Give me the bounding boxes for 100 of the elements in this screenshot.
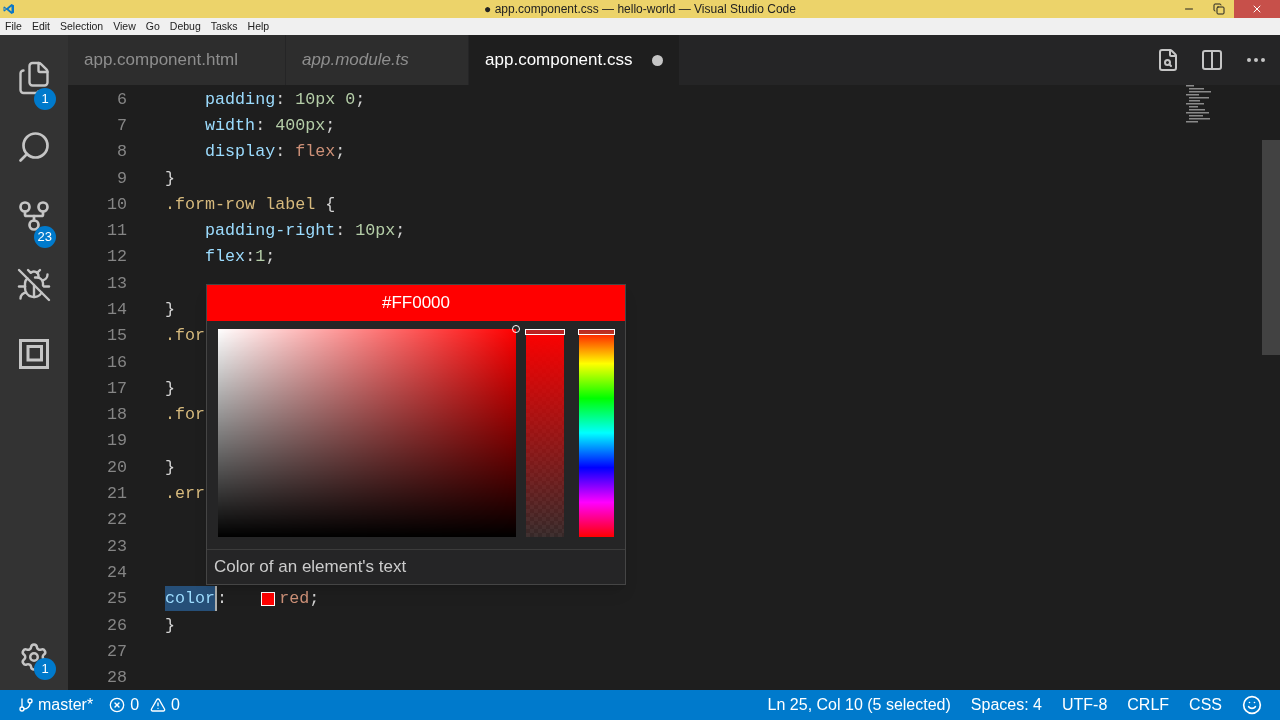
restore-icon: [1213, 3, 1225, 15]
activity-bar-button[interactable]: 23: [0, 181, 68, 250]
scrollbar-thumb[interactable]: [1262, 140, 1280, 355]
saturation-box[interactable]: [218, 329, 517, 537]
line-number: 24: [105, 561, 127, 584]
color-hex-value: #FF0000: [381, 292, 450, 315]
branch-name: master*: [38, 695, 94, 715]
code-token: ;: [309, 588, 320, 611]
activity-bar-button[interactable]: 1: [0, 43, 68, 112]
code-token: width: [204, 114, 256, 137]
line-number: 12: [105, 246, 127, 269]
menu-item[interactable]: Selection: [60, 18, 104, 35]
line-number: 15: [105, 325, 127, 348]
code-token: .form-row label: [165, 193, 316, 216]
code-token: color: [165, 586, 218, 612]
line-number: 19: [105, 430, 127, 453]
line-number: 27: [105, 640, 127, 663]
line-number: 8: [116, 141, 127, 164]
editor-tab[interactable]: app.component.css: [469, 35, 681, 85]
line-number: 6: [116, 88, 127, 111]
hue-strip[interactable]: [578, 329, 614, 537]
status-item[interactable]: CSS: [1189, 693, 1222, 717]
menu-item[interactable]: Help: [247, 18, 270, 35]
code-token: .err: [165, 483, 206, 506]
minimap-drawing: [1186, 85, 1214, 123]
menu-item[interactable]: View: [113, 18, 136, 35]
menu-item[interactable]: Go: [145, 18, 160, 35]
code-token: 1: [255, 246, 266, 269]
warning-count: 0: [171, 695, 180, 715]
status-item[interactable]: CRLF: [1127, 693, 1170, 717]
code-token: ;: [265, 246, 276, 269]
line-number: 17: [105, 377, 127, 400]
editor-tab[interactable]: app.component.html: [68, 35, 287, 85]
code-token: padding: [204, 88, 276, 111]
hover-description: Color of an element's text: [214, 556, 407, 579]
code-token: display: [204, 141, 276, 164]
app-logo-icon: [3, 3, 15, 15]
code-token: }: [165, 377, 175, 400]
status-item[interactable]: UTF-8: [1062, 693, 1108, 717]
code-token: }: [165, 299, 175, 321]
code-token: ;: [335, 141, 346, 164]
code-token: }: [165, 614, 175, 637]
notification-badge: 1: [34, 658, 56, 680]
status-item[interactable]: Spaces: 4: [970, 693, 1042, 717]
code-token: red: [279, 588, 310, 611]
line-number: 18: [105, 404, 127, 427]
menu-item[interactable]: File: [5, 18, 22, 35]
feedback-smiley-icon[interactable]: [1242, 695, 1262, 715]
line-number: 26: [105, 614, 127, 637]
code-token: ;: [325, 114, 336, 137]
warning-icon: [150, 697, 167, 713]
split-editor-icon[interactable]: [1200, 48, 1224, 72]
line-number: 7: [116, 114, 127, 137]
manage-button[interactable]: 1: [0, 632, 68, 682]
line-number: 10: [105, 193, 127, 216]
line-number: 14: [105, 299, 127, 321]
hue-handle[interactable]: [577, 329, 615, 335]
code-token: :: [275, 141, 287, 164]
line-number: 9: [116, 167, 127, 190]
line-number: 16: [105, 351, 127, 374]
line-number: 20: [105, 456, 127, 479]
opacity-handle[interactable]: [525, 329, 565, 335]
code-token: {: [324, 193, 336, 216]
close-icon: [1251, 3, 1263, 15]
open-preview-icon[interactable]: [1156, 48, 1180, 72]
branch-icon: [18, 697, 34, 713]
window-title: ● app.component.css — hello-world — Visual Studio Code: [484, 1, 796, 18]
code-token: :: [255, 114, 267, 137]
line-number: 22: [105, 509, 127, 532]
code-token: :: [335, 220, 347, 243]
code-token: }: [165, 167, 175, 190]
code-token: flex: [204, 246, 246, 269]
code-token: :: [245, 246, 256, 269]
code-token: .for: [165, 325, 206, 348]
notification-badge: 1: [34, 88, 56, 110]
line-number: 21: [105, 483, 127, 506]
code-token: 10px: [355, 220, 396, 243]
color-swatch[interactable]: [261, 591, 276, 606]
status-item[interactable]: Ln 25, Col 10 (5 selected): [767, 693, 951, 717]
code-token: padding-right: [204, 220, 336, 243]
line-number: 28: [105, 667, 127, 690]
line-number: 25: [105, 588, 127, 611]
opacity-strip[interactable]: [526, 329, 564, 537]
problems-status[interactable]: 0 0: [109, 693, 180, 717]
notification-badge: 23: [33, 226, 56, 248]
menu-item[interactable]: Tasks: [210, 18, 238, 35]
branch-status[interactable]: master*: [18, 693, 94, 717]
bug-off-icon: [16, 266, 52, 303]
code-token: ;: [355, 88, 366, 111]
line-number: 13: [105, 272, 127, 295]
code-token: ;: [395, 220, 406, 243]
menu-item[interactable]: Edit: [31, 18, 50, 35]
editor-tab[interactable]: app.module.ts: [286, 35, 470, 85]
settings-icon: [19, 642, 49, 672]
line-number: 23: [105, 535, 127, 558]
code-token: :: [217, 588, 229, 611]
menu-item[interactable]: Debug: [169, 18, 201, 35]
code-token: flex: [295, 141, 336, 164]
code-token: }: [165, 456, 175, 479]
files-icon: [16, 59, 52, 96]
